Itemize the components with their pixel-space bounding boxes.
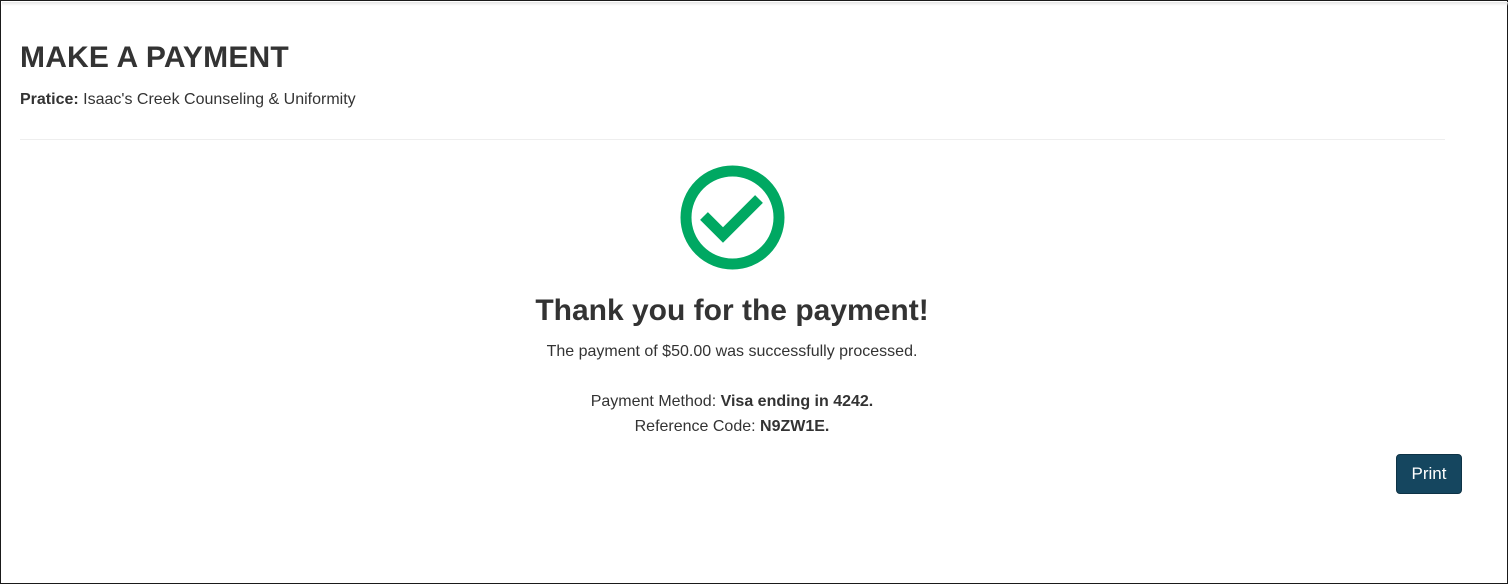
payment-window: MAKE A PAYMENT Pratice: Isaac's Creek Co… <box>0 0 1508 584</box>
payment-method: Payment Method: Visa ending in 4242. <box>1 393 1463 411</box>
print-button[interactable]: Print <box>1396 454 1462 494</box>
practice-info: Pratice: Isaac's Creek Counseling & Unif… <box>20 91 356 109</box>
success-message: The payment of $50.00 was successfully p… <box>546 343 918 360</box>
reference-code: Reference Code: N9ZW1E. <box>1 418 1463 436</box>
check-circle-icon <box>680 165 785 270</box>
page-title: MAKE A PAYMENT <box>20 41 289 74</box>
reference-code-label: Reference Code: <box>634 418 756 435</box>
top-shadow <box>2 2 1508 6</box>
payment-method-value: Visa ending in 4242. <box>720 393 874 410</box>
practice-label: Pratice: <box>20 91 79 108</box>
success-heading: Thank you for the payment! <box>535 294 929 327</box>
header-divider <box>20 139 1445 140</box>
reference-code-value: N9ZW1E. <box>760 418 830 435</box>
practice-name: Isaac's Creek Counseling & Uniformity <box>83 91 356 108</box>
payment-method-label: Payment Method: <box>590 393 717 410</box>
